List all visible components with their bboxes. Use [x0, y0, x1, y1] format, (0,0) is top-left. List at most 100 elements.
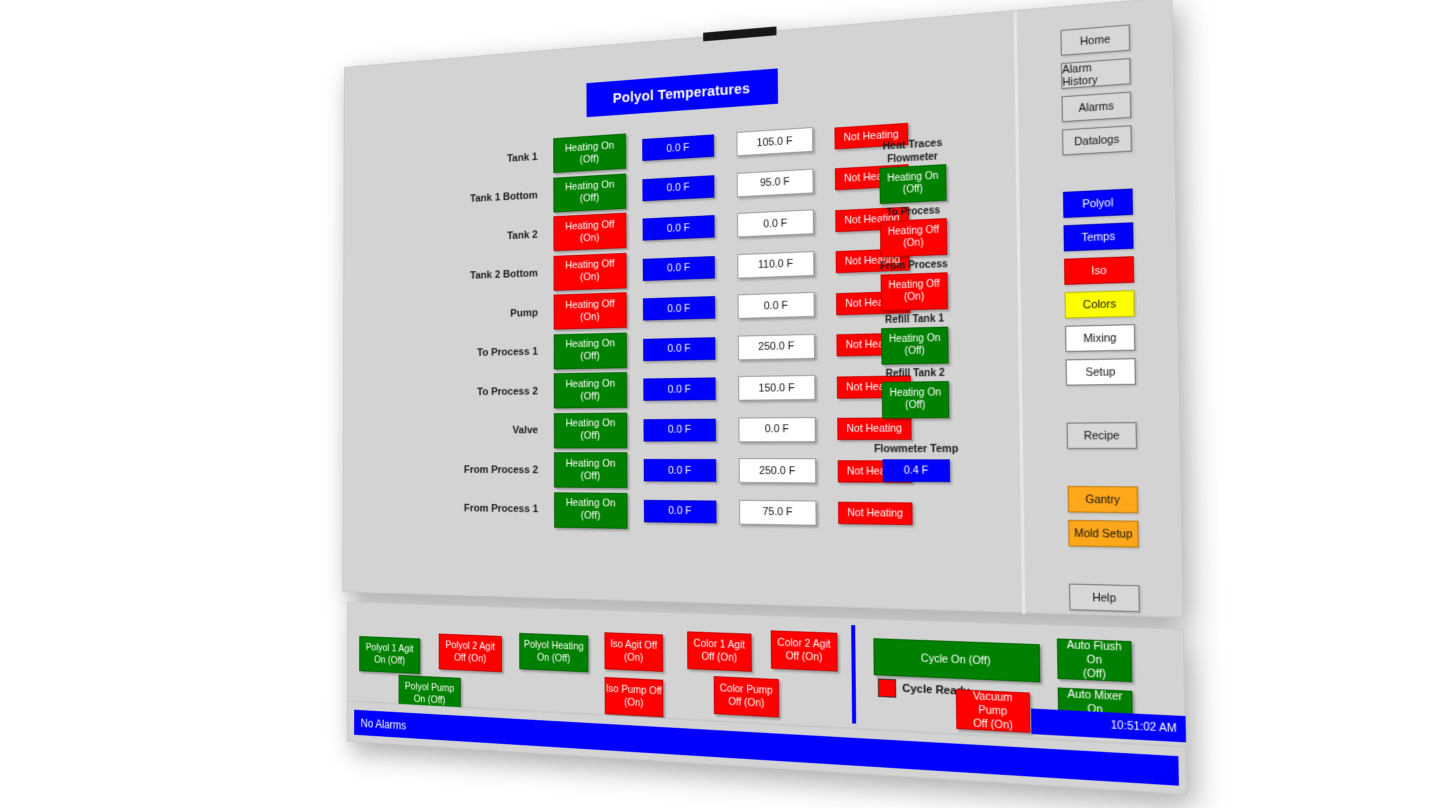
- heater-command-button[interactable]: Heating On (Off): [553, 173, 627, 213]
- setpoint-input[interactable]: 105.0 F: [736, 127, 814, 157]
- cycle-ready-led-icon: [877, 678, 897, 698]
- sidebar-item-colors[interactable]: Colors: [1064, 290, 1135, 319]
- setpoint-input[interactable]: 250.0 F: [738, 458, 817, 484]
- heat-traces-list: Flowmeter Heating On (Off) To Process Heatin…: [852, 149, 977, 419]
- heater-command-button[interactable]: Heating Off (On): [553, 252, 627, 291]
- heat-trace-item: From Process Heating Off (On): [854, 258, 976, 312]
- control-button[interactable]: Color 1 Agit Off (On): [687, 631, 752, 672]
- sidebar-item-datalogs[interactable]: Datalogs: [1062, 125, 1132, 156]
- sidebar-item-setup[interactable]: Setup: [1065, 358, 1136, 386]
- btn-line-0: Heating Off: [565, 298, 615, 312]
- sidebar-item-polyol[interactable]: Polyol: [1062, 188, 1133, 218]
- control-button[interactable]: Vacuum Pump Off (On): [955, 689, 1031, 733]
- actual-temperature-value: 0.0 F: [643, 499, 717, 524]
- heat-trace-button[interactable]: Heating On (Off): [879, 164, 947, 205]
- sidebar-item-iso[interactable]: Iso: [1064, 256, 1135, 285]
- actual-temperature-value: 0.0 F: [642, 215, 715, 241]
- btn-line-0: Heating On: [565, 337, 615, 351]
- sidebar-item-alarm-history[interactable]: Alarm History: [1060, 57, 1131, 90]
- setpoint-input[interactable]: 110.0 F: [737, 250, 815, 279]
- btn-line-1: (Off): [580, 390, 600, 403]
- main-screen-panel: Polyol Temperatures Tank 1 Heating On (Off…: [342, 0, 1185, 619]
- actual-temperature-value: 0.0 F: [642, 296, 716, 321]
- btn-line-1: (Off): [580, 470, 601, 482]
- actual-temperature-value: 0.0 F: [643, 418, 716, 442]
- btn-line-1: (Off): [904, 345, 925, 358]
- btn-line-1: (Off): [579, 192, 600, 205]
- heater-command-button[interactable]: Heating Off (On): [553, 292, 627, 330]
- control-button[interactable]: Cycle On (Off): [873, 638, 1041, 683]
- sidebar-item-help[interactable]: Help: [1069, 583, 1140, 613]
- control-button[interactable]: Color 2 Agit Off (On): [770, 630, 838, 672]
- heater-command-button[interactable]: Heating On (Off): [554, 492, 628, 529]
- heat-trace-button[interactable]: Heating On (Off): [881, 381, 950, 419]
- screenshot-stage: Polyol Temperatures Tank 1 Heating On (Off…: [0, 0, 1432, 808]
- btn-line-1: Off (On): [785, 650, 823, 664]
- btn-line-0: Heating On: [888, 332, 941, 345]
- btn-line-0: Heating On: [565, 377, 616, 390]
- setpoint-input[interactable]: 95.0 F: [736, 168, 814, 198]
- btn-line-0: Polyol 1 Agit: [365, 641, 414, 656]
- actual-temperature-value: 0.0 F: [642, 174, 715, 202]
- btn-line-0: Heating On: [565, 457, 616, 470]
- btn-line-1: (Off): [579, 152, 600, 166]
- control-button[interactable]: Polyol 2 Agit Off (On): [438, 633, 502, 673]
- btn-line-0: Heating On: [565, 497, 616, 510]
- sidebar-item-gantry[interactable]: Gantry: [1067, 485, 1139, 514]
- flowmeter-temp-group: Flowmeter Temp 0.4 F: [855, 443, 978, 483]
- heat-trace-button[interactable]: Heating Off (On): [879, 218, 948, 258]
- btn-line-1: (On): [624, 696, 644, 710]
- control-button[interactable]: Color Pump Off (On): [713, 676, 780, 718]
- heat-trace-label: Refill Tank 1: [884, 313, 945, 327]
- setpoint-input[interactable]: 150.0 F: [738, 375, 816, 402]
- heat-trace-item: Flowmeter Heating On (Off): [852, 149, 974, 205]
- heat-traces-group: Heat Traces Flowmeter Heating On (Off) To P…: [852, 135, 978, 483]
- btn-line-0: Polyol 2 Agit: [445, 639, 495, 653]
- btn-line-1: (Off): [902, 183, 923, 196]
- actual-temperature-value: 0.0 F: [643, 336, 716, 361]
- page-title: Polyol Temperatures: [586, 68, 779, 118]
- setpoint-input[interactable]: 250.0 F: [737, 333, 816, 361]
- sidebar-item-mold-setup[interactable]: Mold Setup: [1068, 519, 1139, 548]
- heater-command-button[interactable]: Heating On (Off): [553, 332, 627, 370]
- setpoint-input[interactable]: 75.0 F: [739, 499, 817, 526]
- navigation-sidebar: Home Alarm History Alarms Datalogs Polyol Tem…: [1018, 0, 1185, 619]
- setpoint-input[interactable]: 0.0 F: [738, 416, 816, 443]
- heat-trace-button[interactable]: Heating On (Off): [881, 326, 949, 365]
- row-label: Pump: [510, 307, 538, 320]
- control-button[interactable]: Polyol Heating On (Off): [519, 632, 589, 673]
- row-label: From Process 2: [463, 464, 539, 476]
- row-label: To Process 1: [477, 346, 538, 359]
- heat-trace-item: Refill Tank 1 Heating On (Off): [854, 312, 977, 365]
- sidebar-item-home[interactable]: Home: [1060, 24, 1131, 56]
- control-button[interactable]: Auto Flush On (Off): [1056, 638, 1133, 683]
- heater-command-button[interactable]: Heating On (Off): [553, 412, 628, 449]
- heater-command-button[interactable]: Heating On (Off): [553, 452, 628, 489]
- heater-command-button[interactable]: Heating Off (On): [553, 212, 627, 252]
- setpoint-input[interactable]: 0.0 F: [737, 292, 815, 320]
- row-label: From Process 1: [463, 503, 539, 516]
- process-display-area: Polyol Temperatures Tank 1 Heating On (Off…: [343, 11, 1020, 614]
- sidebar-item-mixing[interactable]: Mixing: [1065, 324, 1136, 353]
- row-label: To Process 2: [477, 385, 539, 398]
- btn-line-1: (On): [579, 231, 600, 245]
- setpoint-input[interactable]: 0.0 F: [737, 209, 814, 238]
- btn-line-0: Iso Agit Off: [610, 638, 658, 652]
- heater-command-button[interactable]: Heating On (Off): [553, 133, 627, 174]
- sidebar-item-recipe[interactable]: Recipe: [1066, 422, 1138, 449]
- btn-line-1: Off (On): [454, 652, 487, 665]
- control-button[interactable]: Iso Agit Off (On): [604, 632, 664, 672]
- heat-trace-button[interactable]: Heating Off (On): [880, 272, 948, 312]
- btn-line-1: (Off): [580, 430, 601, 442]
- control-button[interactable]: Polyol 1 Agit On (Off): [359, 636, 421, 675]
- flowmeter-temp-value: 0.4 F: [882, 459, 951, 483]
- control-button[interactable]: Iso Pump Off (On): [604, 677, 664, 718]
- heat-trace-label: Refill Tank 2: [885, 367, 945, 380]
- hmi-device: Polyol Temperatures Tank 1 Heating On (Off…: [342, 0, 1188, 808]
- heater-command-button[interactable]: Heating On (Off): [553, 372, 628, 409]
- btn-line-1: (On): [903, 237, 924, 250]
- sidebar-item-alarms[interactable]: Alarms: [1061, 91, 1132, 123]
- sidebar-item-temps[interactable]: Temps: [1063, 222, 1134, 252]
- btn-line-1: (Off): [580, 510, 601, 522]
- actual-temperature-value: 0.0 F: [643, 459, 717, 483]
